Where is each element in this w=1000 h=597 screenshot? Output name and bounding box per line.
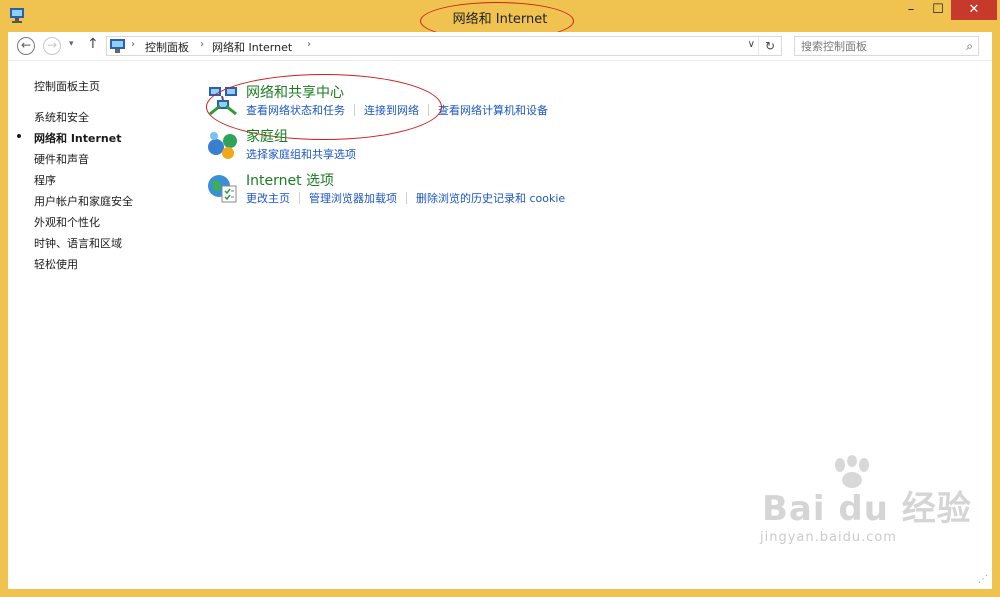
maximize-button[interactable]: ☐ (925, 0, 951, 20)
internet-options-links: 更改主页 管理浏览器加载项 删除浏览的历史记录和 cookie (246, 190, 565, 206)
internet-options-title[interactable]: Internet 选项 (246, 170, 334, 190)
breadcrumb-separator[interactable]: › (200, 39, 204, 50)
manage-addons-link[interactable]: 管理浏览器加载项 (309, 190, 397, 206)
homegroup-icon (208, 132, 237, 159)
address-dropdown-button[interactable]: ∨ (748, 39, 755, 50)
homegroup-links: 选择家庭组和共享选项 (246, 146, 356, 162)
control-panel-window: 网络和 Internet – ☐ ✕ ← → ▾ ↑ › 控制面板 › 网络和 … (0, 0, 1000, 597)
internet-options-icon (208, 175, 237, 203)
sidebar-item-appearance[interactable]: 外观和个性化 (34, 214, 100, 230)
forward-button[interactable]: → (43, 37, 61, 55)
baidu-watermark: Bai du 经验 jingyan.baidu.com (740, 455, 990, 555)
active-bullet-icon (17, 134, 21, 138)
resize-grip-icon[interactable]: ⋰ (978, 574, 988, 585)
category-homegroup: 家庭组 选择家庭组和共享选项 (206, 126, 506, 162)
sidebar-item-hardware-sound[interactable]: 硬件和声音 (34, 151, 89, 167)
sidebar-item-system-security[interactable]: 系统和安全 (34, 109, 89, 125)
back-button[interactable]: ← (17, 37, 35, 55)
breadcrumb-separator[interactable]: › (307, 39, 311, 50)
watermark-url: jingyan.baidu.com (760, 530, 897, 545)
search-box[interactable]: ⌕ (794, 36, 979, 56)
sidebar-item-clock-language[interactable]: 时钟、语言和区域 (34, 235, 122, 251)
up-button[interactable]: ↑ (87, 36, 99, 52)
homegroup-sharing-options-link[interactable]: 选择家庭组和共享选项 (246, 146, 356, 162)
sidebar-item-programs[interactable]: 程序 (34, 172, 56, 188)
link-divider (299, 192, 300, 204)
homegroup-title[interactable]: 家庭组 (246, 126, 288, 146)
minimize-button[interactable]: – (898, 0, 924, 20)
breadcrumb-separator[interactable]: › (131, 39, 135, 50)
search-icon[interactable]: ⌕ (966, 39, 973, 54)
view-network-computers-link[interactable]: 查看网络计算机和设备 (438, 102, 548, 118)
category-internet-options: Internet 选项 更改主页 管理浏览器加载项 删除浏览的历史记录和 cooki… (206, 170, 626, 206)
sidebar-item-network-internet[interactable]: 网络和 Internet (17, 130, 122, 146)
change-home-page-link[interactable]: 更改主页 (246, 190, 290, 206)
sidebar-item-label: 网络和 Internet (34, 132, 122, 145)
title-bar[interactable]: 网络和 Internet – ☐ ✕ (0, 0, 1000, 40)
breadcrumb-control-panel[interactable]: 控制面板 (145, 39, 189, 55)
address-bar[interactable]: › 控制面板 › 网络和 Internet › ∨ ↻ (106, 36, 782, 56)
link-divider (406, 192, 407, 204)
control-panel-icon (110, 39, 125, 53)
navigation-bar: ← → ▾ ↑ › 控制面板 › 网络和 Internet › ∨ ↻ 搜索控制… (8, 32, 992, 61)
search-input[interactable] (795, 37, 967, 55)
close-button[interactable]: ✕ (951, 0, 997, 20)
delete-history-link[interactable]: 删除浏览的历史记录和 cookie (416, 190, 565, 206)
sidebar-item-ease-of-access[interactable]: 轻松使用 (34, 256, 78, 272)
sidebar-home-link[interactable]: 控制面板主页 (34, 78, 100, 94)
recent-locations-button[interactable]: ▾ (69, 39, 74, 49)
refresh-button[interactable]: ↻ (758, 37, 781, 55)
sidebar-item-user-accounts[interactable]: 用户帐户和家庭安全 (34, 193, 133, 209)
watermark-logo: Bai du 经验 (762, 489, 972, 529)
breadcrumb-network-internet[interactable]: 网络和 Internet (212, 39, 292, 55)
